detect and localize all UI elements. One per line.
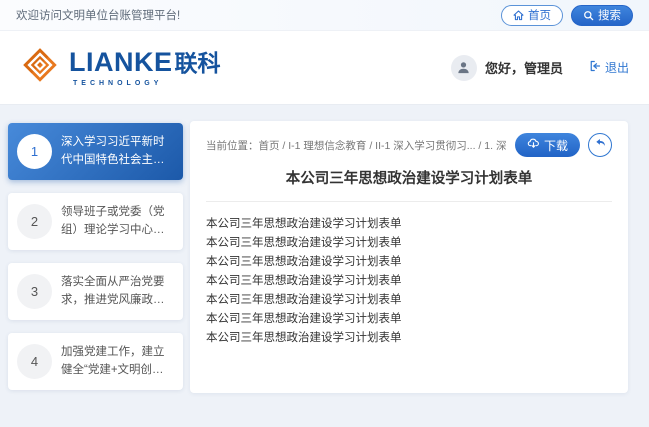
top-welcome-bar: 欢迎访问文明单位台账管理平台! 首页 搜索 bbox=[0, 0, 649, 31]
app-header: LIANKE 联科 TECHNOLOGY 您好，管理员 退出 bbox=[0, 31, 649, 105]
step-number-badge: 2 bbox=[17, 204, 52, 239]
logo-text-cn: 联科 bbox=[175, 52, 221, 75]
search-icon bbox=[583, 10, 594, 21]
sidebar-item-3[interactable]: 3 落实全面从严治党要求，推进党风廉政和反腐败教... bbox=[8, 263, 183, 320]
logo-text-block: LIANKE 联科 TECHNOLOGY bbox=[69, 49, 221, 87]
logout-label: 退出 bbox=[605, 59, 629, 76]
cloud-download-icon bbox=[527, 137, 540, 153]
topbar-actions: 首页 搜索 bbox=[501, 5, 633, 26]
page-title: 本公司三年思想政治建设学习计划表单 bbox=[206, 167, 612, 202]
user-info: 您好，管理员 bbox=[451, 55, 563, 81]
logout-button[interactable]: 退出 bbox=[589, 59, 629, 76]
step-number-badge: 4 bbox=[17, 344, 52, 379]
document-link-list: 本公司三年思想政治建设学习计划表单 本公司三年思想政治建设学习计划表单 本公司三… bbox=[206, 215, 612, 348]
document-link[interactable]: 本公司三年思想政治建设学习计划表单 bbox=[206, 272, 612, 291]
document-link[interactable]: 本公司三年思想政治建设学习计划表单 bbox=[206, 329, 612, 348]
document-link[interactable]: 本公司三年思想政治建设学习计划表单 bbox=[206, 291, 612, 310]
logout-icon bbox=[589, 60, 601, 75]
sidebar-item-1[interactable]: 1 深入学习习近平新时代中国特色社会主义思想，引... bbox=[8, 123, 183, 180]
sidebar-item-label: 深入学习习近平新时代中国特色社会主义思想，引... bbox=[61, 134, 174, 170]
document-link[interactable]: 本公司三年思想政治建设学习计划表单 bbox=[206, 253, 612, 272]
breadcrumb: 当前位置：首页 / I-1 理想信念教育 / II-1 深入学习贯彻习... /… bbox=[206, 138, 507, 153]
sidebar-item-label: 落实全面从严治党要求，推进党风廉政和反腐败教... bbox=[61, 274, 174, 310]
document-link[interactable]: 本公司三年思想政治建设学习计划表单 bbox=[206, 215, 612, 234]
user-avatar bbox=[451, 55, 477, 81]
sidebar-item-4[interactable]: 4 加强党建工作，建立健全“党建+文明创建”机制... bbox=[8, 333, 183, 390]
sidebar-item-label: 加强党建工作，建立健全“党建+文明创建”机制... bbox=[61, 344, 174, 380]
document-link[interactable]: 本公司三年思想政治建设学习计划表单 bbox=[206, 310, 612, 329]
home-button[interactable]: 首页 bbox=[501, 5, 563, 26]
back-button[interactable] bbox=[588, 133, 612, 157]
sidebar-steps: 1 深入学习习近平新时代中国特色社会主义思想，引... 2 领导班子或党委（党组… bbox=[8, 123, 183, 403]
logo: LIANKE 联科 TECHNOLOGY bbox=[20, 45, 221, 90]
user-greeting: 您好，管理员 bbox=[485, 58, 563, 77]
logo-diamond-icon bbox=[20, 45, 60, 90]
back-arrow-icon bbox=[594, 136, 607, 154]
download-label: 下载 bbox=[544, 137, 568, 154]
document-link[interactable]: 本公司三年思想政治建设学习计划表单 bbox=[206, 234, 612, 253]
search-button-label: 搜索 bbox=[598, 7, 621, 23]
sidebar-item-label: 领导班子或党委（党组）理论学习中心组学习规范... bbox=[61, 204, 174, 240]
header-right: 您好，管理员 退出 bbox=[451, 55, 629, 81]
logo-text-en: LIANKE bbox=[69, 49, 173, 76]
download-button[interactable]: 下载 bbox=[515, 133, 580, 157]
home-icon bbox=[513, 10, 524, 21]
step-number-badge: 1 bbox=[17, 134, 52, 169]
main-panel: 当前位置：首页 / I-1 理想信念教育 / II-1 深入学习贯彻习... /… bbox=[190, 121, 628, 393]
content-area: 1 深入学习习近平新时代中国特色社会主义思想，引... 2 领导班子或党委（党组… bbox=[0, 106, 649, 427]
main-actions: 下载 bbox=[515, 133, 612, 157]
search-button[interactable]: 搜索 bbox=[571, 5, 633, 26]
main-toolbar: 当前位置：首页 / I-1 理想信念教育 / II-1 深入学习贯彻习... /… bbox=[206, 133, 612, 157]
step-number-badge: 3 bbox=[17, 274, 52, 309]
home-button-label: 首页 bbox=[528, 7, 551, 23]
logo-subtitle: TECHNOLOGY bbox=[69, 80, 221, 87]
sidebar-item-2[interactable]: 2 领导班子或党委（党组）理论学习中心组学习规范... bbox=[8, 193, 183, 250]
welcome-text: 欢迎访问文明单位台账管理平台! bbox=[16, 7, 180, 23]
